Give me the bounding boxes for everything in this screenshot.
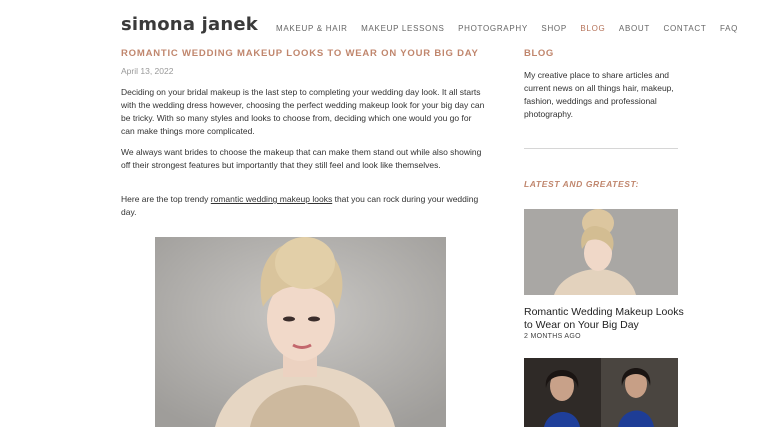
- sidebar-divider: [524, 148, 678, 149]
- nav-shop[interactable]: SHOP: [541, 24, 566, 33]
- post-paragraph-3: Here are the top trendy romantic wedding…: [121, 193, 486, 219]
- latest-post-title[interactable]: Romantic Wedding Makeup Looks to Wear on…: [524, 306, 694, 332]
- main-bride-photo: [155, 237, 446, 427]
- nav-makeup-lessons[interactable]: MAKEUP LESSONS: [361, 24, 444, 33]
- post-title: ROMANTIC WEDDING MAKEUP LOOKS TO WEAR ON…: [121, 48, 479, 59]
- latest-post-thumbnail[interactable]: [524, 209, 678, 295]
- sidebar-description: My creative place to share articles and …: [524, 70, 674, 119]
- nav-about[interactable]: ABOUT: [619, 24, 650, 33]
- nav-contact[interactable]: CONTACT: [663, 24, 706, 33]
- paragraph-text: Here are the top trendy: [121, 194, 211, 204]
- wedding-makeup-link[interactable]: romantic wedding makeup looks: [211, 194, 332, 204]
- latest-post-date: 2 MONTHS AGO: [524, 333, 581, 340]
- nav-makeup-hair[interactable]: MAKEUP & HAIR: [276, 24, 348, 33]
- main-nav: MAKEUP & HAIR MAKEUP LESSONS PHOTOGRAPHY…: [276, 24, 752, 33]
- post-paragraph-2: We always want brides to choose the make…: [121, 147, 482, 170]
- nav-blog[interactable]: BLOG: [580, 24, 605, 33]
- latest-heading: LATEST AND GREATEST:: [524, 179, 640, 189]
- post-date: April 13, 2022: [121, 66, 174, 76]
- sidebar-heading: BLOG: [524, 48, 554, 59]
- nav-photography[interactable]: PHOTOGRAPHY: [458, 24, 528, 33]
- latest-post-thumbnail-2[interactable]: [524, 358, 678, 427]
- post-paragraph-1: Deciding on your bridal makeup is the la…: [121, 87, 485, 136]
- site-logo[interactable]: simona janek: [121, 14, 258, 35]
- nav-faq[interactable]: FAQ: [720, 24, 738, 33]
